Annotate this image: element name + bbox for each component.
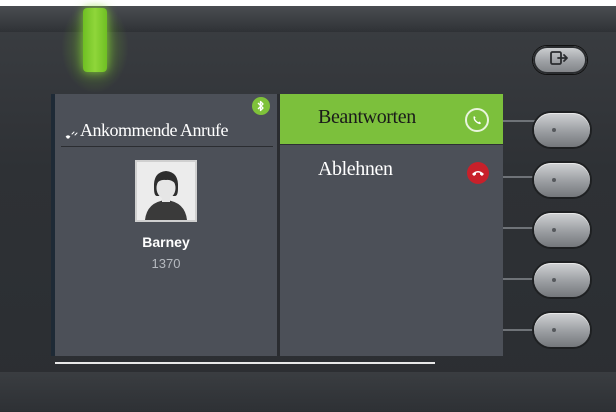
answer-call-icon (465, 108, 489, 132)
softkey-2-button[interactable] (534, 163, 590, 197)
header-underline (61, 146, 273, 147)
softkey-5-button[interactable] (534, 313, 590, 347)
exit-button[interactable] (533, 46, 587, 74)
caller-number: 1370 (151, 256, 181, 271)
softkey-lead (503, 176, 535, 178)
screen-bottom-line (55, 362, 435, 364)
softkey-1-button[interactable] (534, 113, 590, 147)
softkey-lead (503, 278, 535, 280)
exit-icon (550, 50, 570, 70)
caller-name: Barney (142, 234, 190, 250)
softkey-dot (552, 128, 556, 132)
decline-call-icon (467, 162, 489, 184)
softkey-dot (552, 228, 556, 232)
softkey-dot (552, 178, 556, 182)
option-label: Ablehnen (318, 158, 393, 180)
phone-bottom-bezel (0, 372, 616, 411)
softkey-lead (503, 120, 535, 122)
softkey-3-button[interactable] (534, 213, 590, 247)
ringing-icon (64, 125, 80, 139)
page-title: Ankommende Anrufe (80, 120, 228, 140)
softkey-dot (552, 278, 556, 282)
softkey-lead (503, 227, 535, 229)
softkey-4-button[interactable] (534, 263, 590, 297)
softkey-lead (503, 329, 535, 331)
option-label: Beantworten (318, 106, 416, 128)
option-decline[interactable]: Ablehnen (280, 145, 503, 195)
option-answer[interactable]: Beantworten (280, 94, 503, 144)
ringing-led-indicator (83, 8, 107, 72)
screen-edge (51, 94, 55, 356)
softkey-dot (552, 328, 556, 332)
bluetooth-icon (252, 97, 270, 115)
user-avatar-icon (135, 160, 197, 222)
